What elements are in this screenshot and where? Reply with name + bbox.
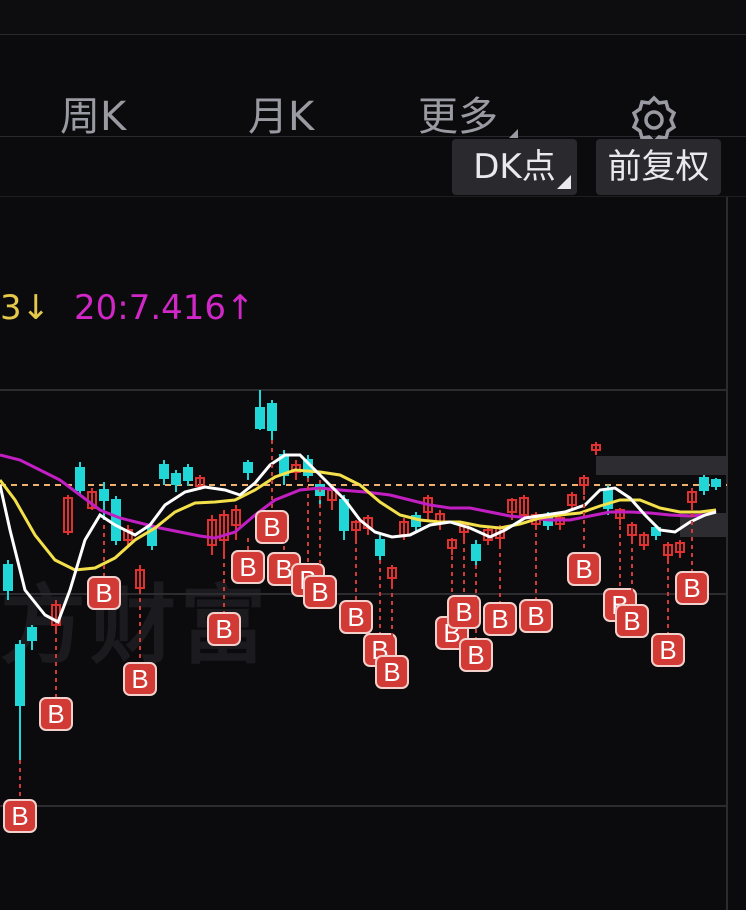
candle-body: [471, 544, 481, 561]
buy-signal-label: B: [491, 604, 508, 634]
forward-adjust-button[interactable]: 前复权: [596, 139, 721, 195]
buy-signal-label: B: [683, 573, 700, 603]
dk-point-label: DK点: [473, 147, 556, 187]
buy-signal-label: B: [215, 614, 232, 644]
tab-month-k[interactable]: 月K: [248, 92, 314, 142]
candle-body: [267, 403, 277, 431]
candle-body: [255, 407, 265, 429]
buy-signal-label: B: [275, 554, 292, 584]
candle-body: [15, 644, 25, 706]
buy-signal-label: B: [11, 801, 28, 831]
buy-signal-label: B: [659, 635, 676, 665]
kline-chart[interactable]: BBBBBBBBBBBBBBBBBBBBBBB: [0, 197, 746, 910]
buy-signal-label: B: [347, 602, 364, 632]
tab-more-label: 更多: [418, 94, 498, 140]
tab-week-k[interactable]: 周K: [60, 92, 126, 142]
candle-body: [75, 467, 85, 491]
buy-signal-label: B: [467, 640, 484, 670]
buy-signal-label: B: [455, 597, 472, 627]
candle-body: [183, 467, 193, 481]
buy-signal-label: B: [131, 664, 148, 694]
buy-signal-label: B: [575, 554, 592, 584]
candle-body: [243, 462, 253, 473]
buy-signal-label: B: [527, 601, 544, 631]
period-tabs: 周K 月K 更多: [0, 34, 746, 145]
buy-signal-label: B: [623, 606, 640, 636]
dropdown-triangle-icon: [509, 129, 518, 138]
buy-signal-label: B: [95, 578, 112, 608]
buy-signal-label: B: [311, 577, 328, 607]
tab-more[interactable]: 更多: [418, 92, 518, 142]
candle-body: [27, 627, 37, 641]
candle-body: [699, 477, 709, 491]
buy-signal-label: B: [239, 552, 256, 582]
candle-body: [711, 479, 721, 487]
candle-body: [159, 464, 169, 479]
dropdown-triangle-icon: [557, 175, 571, 189]
candle-body: [171, 473, 181, 485]
dk-point-button[interactable]: DK点: [452, 139, 577, 195]
buy-signal-label: B: [47, 699, 64, 729]
candles-layer: [3, 390, 721, 760]
buy-signals-layer: BBBBBBBBBBBBBBBBBBBBBBB: [3, 440, 709, 833]
candle-body: [111, 499, 121, 541]
buy-signal-label: B: [383, 657, 400, 687]
candle-body: [99, 489, 109, 501]
candle-body: [3, 564, 13, 591]
price-label-box: [596, 456, 727, 475]
top-status-strip: [0, 0, 746, 35]
buy-signal-label: B: [263, 512, 280, 542]
candle-body: [375, 539, 385, 556]
